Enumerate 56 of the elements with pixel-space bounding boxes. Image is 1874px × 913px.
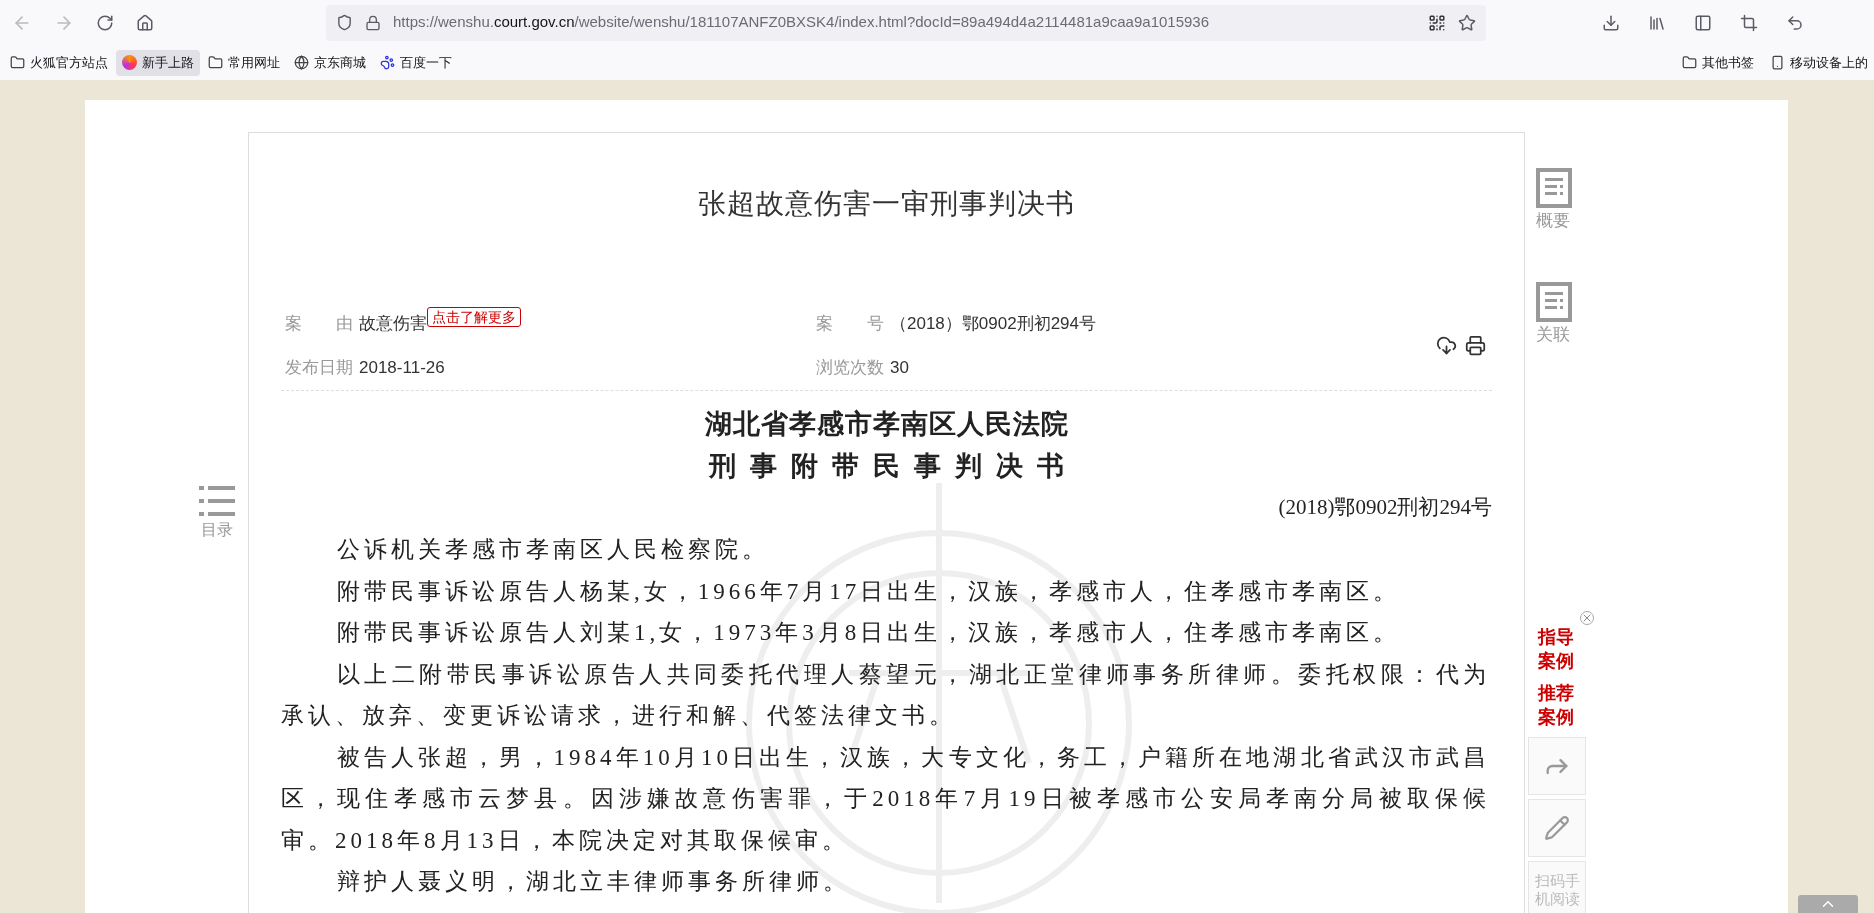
crop-icon[interactable] xyxy=(1740,13,1758,32)
reload-button[interactable] xyxy=(96,13,114,32)
learn-more-link[interactable]: 点击了解更多 xyxy=(427,306,521,327)
folder-icon xyxy=(1682,55,1697,70)
download-icon[interactable] xyxy=(1436,335,1457,356)
globe-icon xyxy=(294,55,309,70)
paragraph: 被告人张超，男，1984年10月10日出生，汉族，大专文化，务工，户籍所在地湖北省武汉市武昌区，现住孝感市云梦县。因涉嫌故意伤害罪，于2018年7月19日被孝感市公安局孝南分局被取保候审。2018年8月13日，本院决定对其取保候审。 xyxy=(281,743,1491,855)
bookmark[interactable]: 其他书签 xyxy=(1676,49,1760,76)
bookmark[interactable]: 百度一下 xyxy=(374,49,458,76)
qr-code-icon[interactable] xyxy=(1428,13,1446,32)
meta-value: 30 xyxy=(890,356,909,379)
star-icon[interactable] xyxy=(1458,13,1476,32)
paragraph: 公诉机关孝感市孝南区人民检察院。 xyxy=(336,536,770,564)
meta-value: 2018-11-26 xyxy=(359,356,445,379)
lock-icon xyxy=(365,14,381,31)
meta-value: （2018）鄂0902刑初294号 xyxy=(890,313,1096,335)
promo-link[interactable]: 推荐案例 xyxy=(1538,681,1578,729)
numbered-list-icon xyxy=(198,484,235,518)
folder-icon xyxy=(208,55,223,70)
print-icon[interactable] xyxy=(1465,335,1486,356)
phone-icon xyxy=(1770,55,1785,70)
home-button[interactable] xyxy=(136,13,154,32)
page-title: 张超故意伤害一审刑事判决书 xyxy=(697,187,1076,221)
close-icon[interactable] xyxy=(1580,611,1594,625)
meta-label: 浏览次数 xyxy=(816,356,884,379)
meta-value: 故意伤害 xyxy=(359,313,427,335)
url-text: https://wenshu.court.gov.cn/website/wenshu/181107ANFZ0BXSK4/index.html?docId=89a494d4a2114481a9caa9a1015936 xyxy=(393,12,1211,33)
promo-link[interactable]: 指导案例 xyxy=(1538,625,1578,673)
document-type: 刑事附带民事判决书 xyxy=(707,450,1079,483)
document-icon xyxy=(1536,281,1572,322)
sidebar-icon[interactable] xyxy=(1694,13,1712,32)
bookmark[interactable]: 新手上路 xyxy=(116,49,200,76)
meta-label: 案 号 xyxy=(816,313,884,335)
bookmark[interactable]: 火狐官方站点 xyxy=(4,49,114,76)
folder-icon xyxy=(10,55,25,70)
download-icon[interactable] xyxy=(1602,13,1620,32)
meta-label: 案 由 xyxy=(285,313,353,335)
paragraph: 附带民事诉讼原告人杨某,女，1966年7月17日出生，汉族，孝感市人，住孝感市孝南区。 xyxy=(336,577,1402,606)
paw-icon xyxy=(380,55,395,70)
pencil-icon xyxy=(1544,815,1570,841)
paragraph: 以上二附带民事诉讼原告人共同委托代理人蔡望元，湖北正堂律师事务所律师。委托权限：代为承认、放弃、变更诉讼请求，进行和解、代签法律文书。 xyxy=(281,660,1491,730)
browser-logo-icon xyxy=(122,55,137,70)
paragraph: 辩护人聂义明，湖北立丰律师事务所律师。 xyxy=(336,868,851,896)
library-icon[interactable] xyxy=(1648,13,1666,32)
bookmark[interactable]: 移动设备上的 xyxy=(1764,49,1874,76)
undo-icon[interactable] xyxy=(1786,13,1804,32)
bookmark[interactable]: 京东商城 xyxy=(288,49,372,76)
edit-button[interactable] xyxy=(1528,799,1586,857)
bookmark[interactable]: 常用网址 xyxy=(202,49,286,76)
court-name: 湖北省孝感市孝南区人民法院 xyxy=(703,408,1070,441)
shield-icon xyxy=(336,14,353,31)
address-bar[interactable]: https://wenshu.court.gov.cn/website/wenshu/181107ANFZ0BXSK4/index.html?docId=89a494d4a2114481a9caa9a1015936 xyxy=(326,4,1486,41)
paragraph: 附带民事诉讼原告人刘某1,女，1973年3月8日出生，汉族，孝感市人，住孝感市孝南区。 xyxy=(336,619,1402,647)
case-number: (2018)鄂0902刑初294号 xyxy=(1277,494,1492,521)
document-icon xyxy=(1536,168,1572,208)
meta-label: 发布日期 xyxy=(285,356,353,379)
